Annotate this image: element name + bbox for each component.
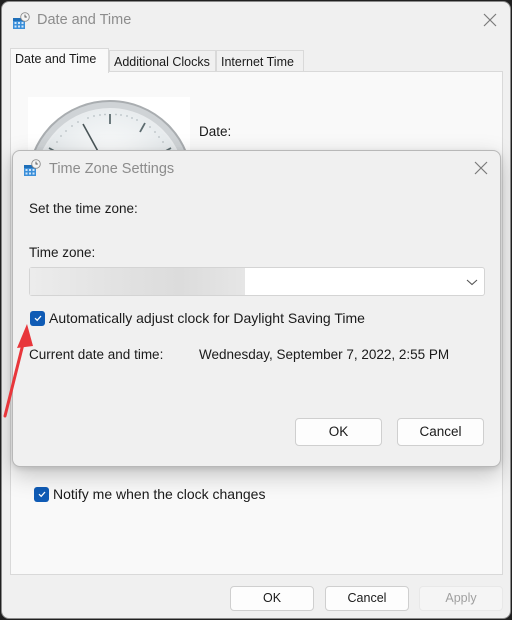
date-label: Date: (199, 124, 232, 139)
dialog-title-bar: Time Zone Settings (13, 151, 500, 187)
calendar-clock-icon (24, 159, 41, 176)
notify-checkbox-row: Notify me when the clock changes (34, 486, 265, 502)
current-date-time-label: Current date and time: (29, 347, 164, 362)
close-icon[interactable] (474, 161, 488, 175)
tab-additional-clocks[interactable]: Additional Clocks (109, 50, 216, 72)
dst-checkbox-row: Automatically adjust clock for Daylight … (30, 310, 365, 326)
tab-date-and-time[interactable]: Date and Time (10, 48, 109, 73)
dialog-title: Time Zone Settings (49, 161, 175, 177)
time-zone-dropdown[interactable] (29, 267, 485, 296)
notify-checkbox-label[interactable]: Notify me when the clock changes (53, 486, 265, 502)
time-zone-settings-dialog: Time Zone Settings Set the time zone: Ti… (12, 150, 501, 467)
close-icon[interactable] (482, 12, 498, 28)
time-zone-label: Time zone: (29, 245, 96, 260)
cancel-button[interactable]: Cancel (325, 586, 409, 611)
current-date-time-value: Wednesday, September 7, 2022, 2:55 PM (199, 347, 450, 362)
set-time-zone-label: Set the time zone: (29, 201, 138, 216)
notify-checkbox[interactable] (34, 486, 49, 502)
calendar-clock-icon (13, 12, 30, 29)
title-bar: Date and Time (2, 2, 510, 40)
analog-clock (28, 97, 190, 157)
clock-face-icon (31, 100, 189, 157)
chevron-down-icon (466, 279, 478, 286)
time-zone-value-redacted (30, 268, 245, 295)
ok-button[interactable]: OK (230, 586, 314, 611)
dst-checkbox[interactable] (30, 310, 45, 326)
checkmark-icon (38, 491, 45, 498)
checkmark-icon (34, 315, 41, 322)
dialog-ok-button[interactable]: OK (295, 418, 382, 446)
apply-button[interactable]: Apply (419, 586, 503, 611)
dialog-cancel-button[interactable]: Cancel (397, 418, 484, 446)
window-title: Date and Time (37, 12, 132, 28)
tab-internet-time[interactable]: Internet Time (216, 50, 304, 72)
dst-checkbox-label[interactable]: Automatically adjust clock for Daylight … (49, 310, 365, 326)
